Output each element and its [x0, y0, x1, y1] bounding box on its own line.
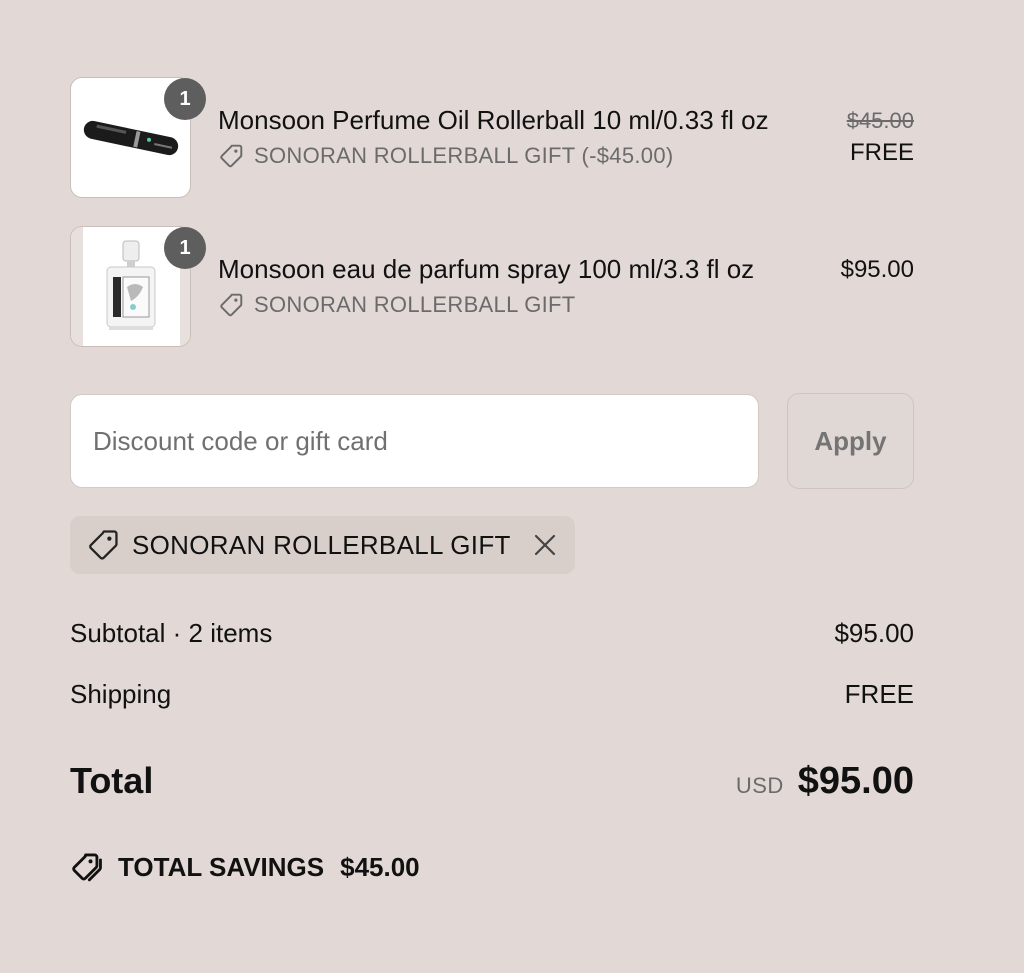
- remove-discount-button[interactable]: [531, 531, 559, 559]
- final-price: FREE: [849, 139, 914, 166]
- item-discount: SONORAN ROLLERBALL GIFT: [218, 292, 754, 318]
- applied-discount-chip: SONORAN ROLLERBALL GIFT: [70, 516, 575, 574]
- shipping-value: FREE: [844, 679, 914, 709]
- item-discount: SONORAN ROLLERBALL GIFT (-$45.00): [218, 143, 769, 169]
- total-amount-group: USD $95.00: [736, 760, 914, 803]
- apply-button[interactable]: Apply: [787, 393, 914, 489]
- final-price: $95.00: [840, 256, 914, 283]
- tag-icon: [220, 144, 243, 168]
- item-info: Monsoon Perfume Oil Rollerball 10 ml/0.3…: [218, 103, 769, 169]
- total-value: $95.00: [797, 760, 914, 802]
- total-row: Total USD $95.00: [70, 760, 914, 803]
- close-icon: [534, 534, 555, 556]
- discount-code-input[interactable]: [70, 394, 759, 488]
- total-savings: TOTAL SAVINGS $45.00: [70, 850, 420, 884]
- item-title: Monsoon eau de parfum spray 100 ml/3.3 f…: [218, 254, 755, 284]
- shipping-row: Shipping FREE: [70, 679, 914, 710]
- item-info: Monsoon eau de parfum spray 100 ml/3.3 f…: [218, 252, 754, 318]
- item-price: $95.00: [841, 254, 914, 286]
- shipping-label: Shipping: [70, 679, 172, 709]
- item-title: Monsoon Perfume Oil Rollerball 10 ml/0.3…: [218, 105, 769, 135]
- line-items: 1 Monsoon Perfume Oil Rollerball 10 ml/0…: [70, 63, 914, 347]
- product-thumbnail: 1: [70, 77, 206, 198]
- applied-code-label: SONORAN ROLLERBALL GIFT: [132, 529, 511, 560]
- product-thumbnail: 1: [70, 226, 206, 347]
- discount-label: SONORAN ROLLERBALL GIFT: [254, 292, 576, 317]
- subtotal-row: Subtotal · 2 items $95.00: [70, 618, 914, 649]
- original-price: $45.00: [846, 108, 914, 133]
- line-item: 1 Monsoon eau de parfum spray 100 ml/3.3…: [70, 212, 914, 347]
- currency-code: USD: [735, 773, 784, 798]
- subtotal-value: $95.00: [834, 618, 914, 648]
- tag-icon: [220, 293, 243, 317]
- tag-icon: [89, 530, 118, 560]
- subtotal-label: Subtotal · 2 items: [70, 618, 273, 648]
- line-item: 1 Monsoon Perfume Oil Rollerball 10 ml/0…: [70, 63, 914, 198]
- discount-label: SONORAN ROLLERBALL GIFT (-$45.00): [254, 143, 674, 168]
- item-price: $45.00 FREE: [847, 105, 914, 169]
- total-label: Total: [70, 760, 154, 801]
- order-summary: 1 Monsoon Perfume Oil Rollerball 10 ml/0…: [70, 63, 914, 882]
- tags-icon: [72, 853, 102, 882]
- discount-form: Apply: [70, 393, 914, 489]
- quantity-badge: 1: [164, 227, 206, 269]
- quantity-badge: 1: [164, 78, 206, 120]
- savings-label: TOTAL SAVINGS: [118, 851, 325, 882]
- savings-value: $45.00: [340, 851, 420, 882]
